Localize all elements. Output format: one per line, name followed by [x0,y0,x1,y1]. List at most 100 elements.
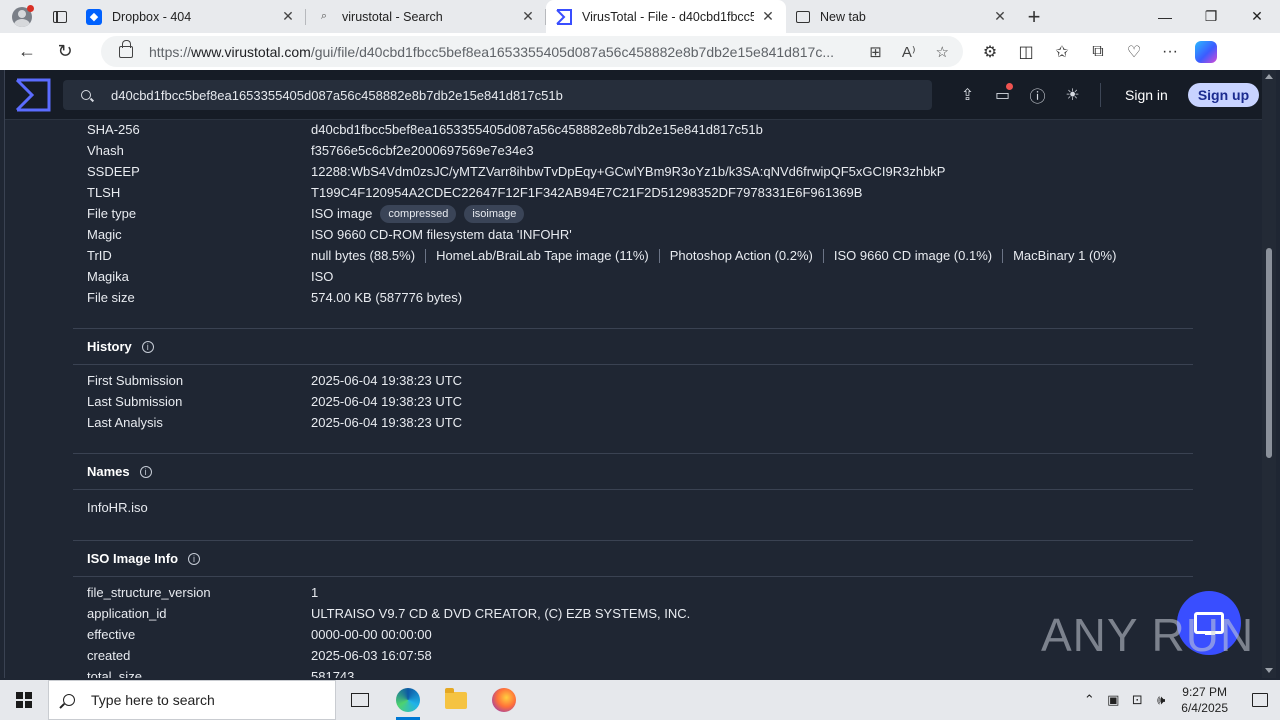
favorites-icon[interactable]: ✩ [1044,33,1080,70]
sign-in-link[interactable]: Sign in [1125,87,1168,103]
favorite-star-icon[interactable]: ☆ [936,43,949,61]
taskbar: Type here to search ⌃ ▣ ⊡ 🕪 9:27 PM 6/4/… [0,680,1280,720]
close-icon[interactable]: ✕ [280,8,296,25]
folder-icon [445,687,467,709]
tab-new-tab[interactable]: New tab ✕ [786,0,1018,33]
address-toolbar: ← ↻ https://www.virustotal.com/gui/file/… [0,33,1280,70]
chat-icon[interactable]: ▭ [985,70,1020,120]
close-icon[interactable]: ✕ [520,8,536,25]
history-row: Last Submission 2025-06-04 19:38:23 UTC [87,391,462,412]
collections-icon[interactable]: ⧉ [1080,33,1116,70]
scrollbar-thumb[interactable] [1266,248,1272,458]
info-icon[interactable]: i [188,552,201,565]
prop-value: 2025-06-04 19:38:23 UTC [311,394,463,409]
section-divider [73,364,1193,365]
tab-dropbox[interactable]: ◆ Dropbox - 404 ✕ [76,0,306,33]
read-aloud-icon[interactable]: A⁾ [902,43,916,61]
profile-button[interactable] [0,0,44,33]
info-icon[interactable]: i [139,465,152,478]
prop-key: total_size [87,669,142,678]
header-divider [1100,83,1101,107]
url-path: /gui/file/d40cbd1fbcc5bef8ea1653355405d0… [310,43,834,60]
section-divider [73,489,1193,490]
split-screen-icon[interactable]: ◫ [1008,33,1044,70]
browser-essentials-icon[interactable]: ♡ [1116,33,1152,70]
trid-separator [658,248,660,263]
prop-value: 2025-06-04 19:38:23 UTC [311,415,463,430]
prop-key: First Submission [87,373,184,388]
copilot-button[interactable] [1188,33,1224,70]
prop-row-magika: Magika ISO [87,266,333,287]
prop-value: ISO 9660 CD-ROM filesystem data 'INFOHR' [311,227,572,242]
virustotal-icon [556,8,572,25]
help-icon[interactable]: ⓘ [1020,70,1055,120]
extensions-icon[interactable]: ⚙ [972,33,1008,70]
file-explorer-button[interactable] [432,680,480,720]
edge-icon [396,688,420,712]
url-text[interactable]: https://www.virustotal.com/gui/file/d40c… [149,44,839,60]
volume-icon[interactable]: 🕪 [1149,692,1173,708]
sign-up-button[interactable]: Sign up [1187,83,1260,107]
taskbar-search[interactable]: Type here to search [48,680,336,720]
edge-taskbar-button[interactable] [384,680,432,720]
chevron-up-icon[interactable]: ⌃ [1077,692,1101,708]
prop-key: file_structure_version [87,585,211,600]
tag-isoimage[interactable]: isoimage [464,204,525,223]
new-tab-button[interactable]: + [1018,4,1050,30]
task-view-button[interactable] [336,680,384,720]
start-button[interactable] [0,680,48,720]
iso-row: created 2025-06-03 16:07:58 [87,645,432,666]
prop-key: Vhash [87,143,124,158]
tag-compressed[interactable]: compressed [380,204,457,223]
prop-row-vhash: Vhash f35766e5c6cbf2e2000697569e7e34e3 [87,140,534,161]
window-controls: — ❐ ✕ [1142,0,1280,33]
scroll-down-icon[interactable] [1265,668,1273,673]
prop-value: 574.00 KB (587776 bytes) [311,290,463,305]
firefox-button[interactable] [480,680,528,720]
tab-virustotal-file[interactable]: VirusTotal - File - d40cbd1fbcc5b ✕ [546,0,786,33]
system-tray: ⌃ ▣ ⊡ 🕪 9:27 PM 6/4/2025 [1077,680,1280,720]
close-window-icon[interactable]: ✕ [1234,0,1280,33]
tab-strip: ◆ Dropbox - 404 ✕ ⌕ virustotal - Search … [0,0,1280,33]
tab-actions-button[interactable] [44,0,76,33]
clock[interactable]: 9:27 PM 6/4/2025 [1181,684,1228,716]
prop-value: 581743 [311,669,355,678]
prop-key: Last Submission [87,394,183,409]
file-name: InfoHR.iso [87,500,148,515]
clock-date: 6/4/2025 [1181,701,1228,715]
iso-row: application_id ULTRAISO V9.7 CD & DVD CR… [87,603,690,624]
scroll-up-icon[interactable] [1265,74,1273,79]
prop-row-sha256: SHA-256 d40cbd1fbcc5bef8ea1653355405d087… [87,119,763,140]
minimize-icon[interactable]: — [1142,0,1188,33]
notification-icon [1252,693,1268,707]
back-arrow-icon[interactable]: ← [8,33,46,70]
firefox-icon [492,688,516,712]
tab-virustotal-search[interactable]: ⌕ virustotal - Search ✕ [306,0,546,33]
refresh-icon[interactable]: ↻ [46,33,84,70]
vt-header: ⇪ ▭ ⓘ ☀ Sign in Sign up [5,70,1263,120]
more-menu-icon[interactable]: ··· [1152,33,1188,70]
url-domain: www.virustotal.com [191,43,311,60]
url-prefix: https:// [149,43,192,60]
info-icon[interactable]: i [141,340,154,353]
app-available-icon[interactable]: ⊞ [869,43,882,61]
virustotal-logo-icon[interactable] [15,78,51,112]
vt-search-box[interactable] [63,80,932,110]
device-icon[interactable]: ▣ [1101,692,1125,708]
upload-icon[interactable]: ⇪ [950,70,985,120]
address-bar[interactable]: https://www.virustotal.com/gui/file/d40c… [101,36,963,67]
profile-alert-dot [27,5,34,12]
close-icon[interactable]: ✕ [992,8,1008,25]
vt-search-input[interactable] [111,87,891,103]
tab-title: virustotal - Search [342,9,443,24]
lock-icon[interactable] [119,39,133,58]
notification-button[interactable] [1240,680,1280,720]
prop-value: 1 [311,585,319,600]
network-icon[interactable]: ⊡ [1125,692,1149,708]
page-scrollbar[interactable] [1262,70,1276,678]
restore-icon[interactable]: ❐ [1188,0,1234,33]
prop-row-ssdeep: SSDEEP 12288:WbS4Vdm0zsJC/yMTZVarr8ihbwT… [87,161,945,182]
theme-toggle-icon[interactable]: ☀ [1055,70,1090,120]
prop-key: File size [87,290,135,305]
close-icon[interactable]: ✕ [760,8,776,25]
